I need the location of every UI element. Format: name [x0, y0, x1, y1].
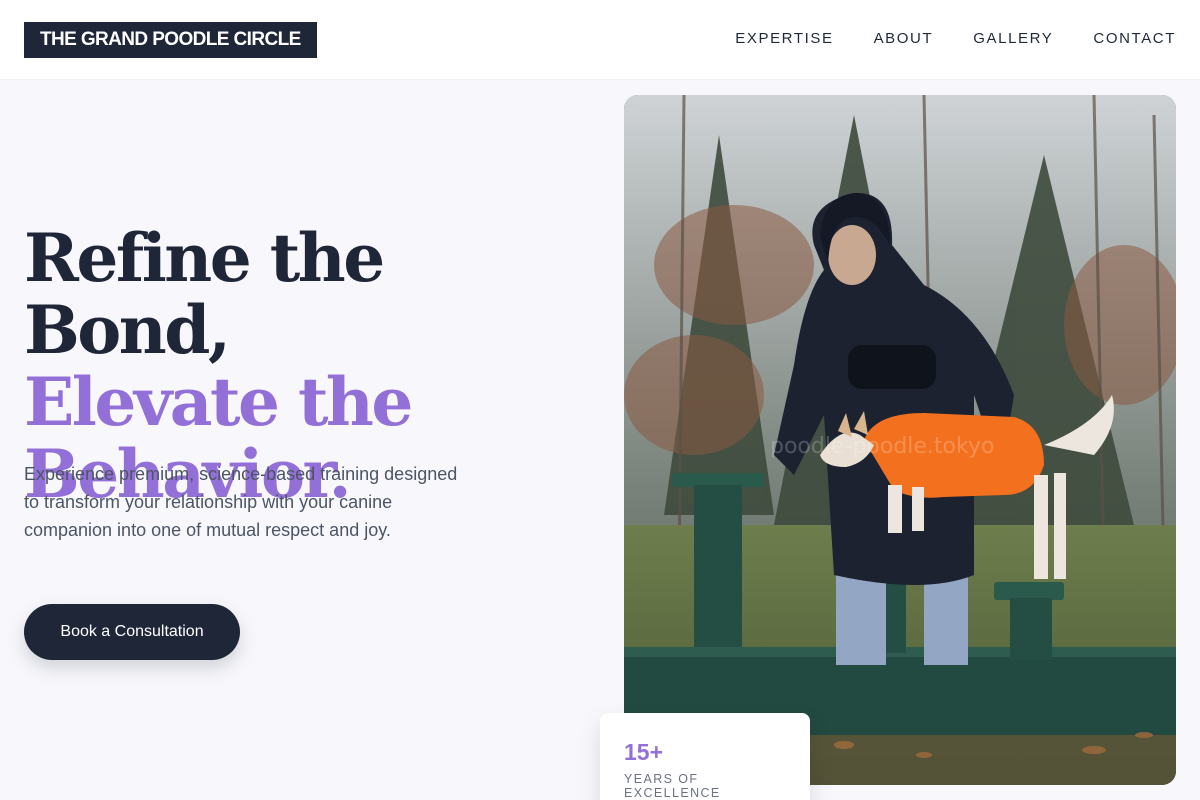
brand-logo[interactable]: THE GRAND POODLE CIRCLE	[24, 22, 317, 58]
stat-label: YEARS OF EXCELLENCE	[624, 772, 721, 800]
stat-value: 15+	[624, 739, 664, 765]
photo-watermark: poodle-poodle.tokyo	[770, 434, 994, 459]
main-nav: EXPERTISE ABOUT GALLERY CONTACT	[735, 30, 1176, 47]
nav-link-contact[interactable]: CONTACT	[1093, 30, 1176, 47]
experience-stat-card: 15+ YEARS OF EXCELLENCE	[600, 713, 810, 800]
nav-link-gallery[interactable]: GALLERY	[973, 30, 1053, 47]
headline-line-1: Refine the Bond,	[24, 219, 385, 369]
book-consultation-button[interactable]: Book a Consultation	[24, 604, 240, 660]
training-scene-image: poodle-poodle.tokyo	[624, 95, 1176, 785]
headline-line-2: Elevate the	[24, 363, 413, 441]
nav-link-about[interactable]: ABOUT	[874, 30, 934, 47]
nav-link-expertise[interactable]: EXPERTISE	[735, 30, 833, 47]
hero-photo: poodle-poodle.tokyo	[624, 95, 1176, 785]
hero-description: Experience premium, science-based traini…	[24, 464, 458, 540]
top-navbar: THE GRAND POODLE CIRCLE EXPERTISE ABOUT …	[0, 0, 1200, 80]
